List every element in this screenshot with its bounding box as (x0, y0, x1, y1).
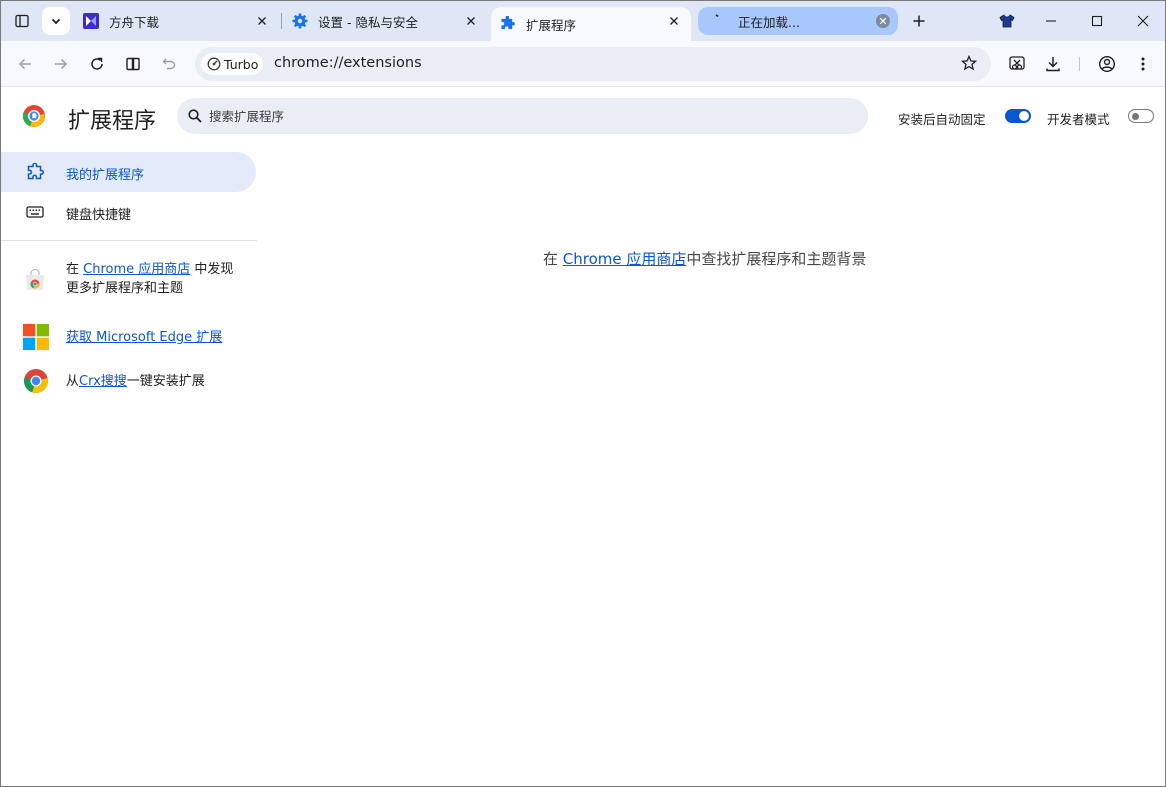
gear-icon (292, 13, 308, 29)
minimize-icon[interactable] (1028, 1, 1074, 41)
new-tab-plus-icon[interactable] (905, 7, 933, 35)
tshirt-skin-icon[interactable] (993, 7, 1021, 35)
profile-avatar-icon[interactable] (1093, 50, 1121, 78)
fangzhou-icon (83, 13, 99, 29)
toggle-knob (1132, 112, 1139, 120)
bookmark-star-icon[interactable] (960, 54, 978, 75)
edge-addons-text: 获取 Microsoft Edge 扩展 (66, 328, 236, 347)
search-input[interactable] (209, 98, 849, 134)
close-tab-icon[interactable] (464, 14, 478, 28)
tab-loading[interactable]: 正在加载... (698, 1, 898, 41)
microsoft-logo-icon (23, 324, 49, 356)
sidebar: 我的扩展程序 键盘快捷键 在 Chrome 应用商店 中发现更多扩展程序和主题 … (1, 144, 257, 784)
toggle-knob (1019, 111, 1029, 121)
empty-state-message: 在 Chrome 应用商店中查找扩展程序和主题背景 (543, 248, 866, 269)
extensions-search-box[interactable] (177, 98, 868, 134)
chrome-web-store-icon (23, 268, 47, 299)
tab-title: 设置 - 隐私与安全 (318, 14, 418, 30)
chrome-logo-icon (23, 368, 49, 400)
extensions-logo-icon (22, 104, 46, 128)
empty-state-store-link[interactable]: Chrome 应用商店 (563, 250, 687, 268)
edge-addons-link[interactable]: 获取 Microsoft Edge 扩展 (66, 330, 222, 345)
loading-icon (712, 13, 728, 29)
tab-title: 方舟下载 (109, 14, 160, 30)
address-bar[interactable]: Turbo chrome://extensions (195, 47, 991, 81)
crx-prefix: 从 (66, 374, 80, 389)
maximize-icon[interactable] (1074, 1, 1120, 41)
turbo-label: Turbo (224, 56, 259, 72)
undo-icon[interactable] (155, 50, 183, 78)
turbo-mode-chip[interactable]: Turbo (201, 53, 263, 75)
sidebar-item-label: 键盘快捷键 (66, 208, 132, 223)
toolbar-divider (1079, 57, 1080, 71)
dev-mode-toggle[interactable] (1128, 109, 1154, 123)
close-window-icon[interactable] (1120, 1, 1165, 41)
sidebar-item-keyboard-shortcuts[interactable]: 键盘快捷键 (1, 192, 256, 232)
puzzle-outline-icon (25, 163, 45, 181)
page-title: 扩展程序 (68, 109, 157, 134)
forward-arrow-icon[interactable] (47, 50, 75, 78)
tab-extensions[interactable]: 扩展程序 (491, 7, 691, 41)
tab-title: 扩展程序 (526, 17, 577, 33)
close-tab-icon[interactable] (255, 14, 269, 28)
chrome-store-promo: 在 Chrome 应用商店 中发现更多扩展程序和主题 (1, 260, 257, 300)
crx-soso-link[interactable]: Crx搜搜 (79, 374, 127, 389)
browser-window: 方舟下载 设置 - 隐私与安全 扩展程序 正在加载... Turbo chrom… (0, 0, 1166, 787)
sidebar-item-label: 我的扩展程序 (66, 168, 145, 183)
sidebar-item-my-extensions[interactable]: 我的扩展程序 (1, 152, 256, 192)
close-tab-icon[interactable] (667, 14, 681, 28)
turbo-speedometer-icon (207, 57, 221, 71)
tab-search-chevron-icon[interactable] (42, 7, 70, 35)
tab-title: 正在加载... (738, 14, 800, 30)
sidebar-divider (1, 240, 257, 241)
auto-pin-toggle[interactable] (1005, 109, 1031, 123)
dev-mode-label: 开发者模式 (1047, 112, 1110, 127)
auto-pin-label: 安装后自动固定 (898, 112, 986, 127)
scissors-screenshot-icon[interactable] (1003, 50, 1031, 78)
close-tab-icon[interactable] (876, 14, 890, 28)
edge-addons-row: 获取 Microsoft Edge 扩展 (1, 324, 257, 354)
toolbar: Turbo chrome://extensions (1, 41, 1165, 87)
empty-state-prefix: 在 (543, 250, 563, 268)
split-screen-icon[interactable] (119, 50, 147, 78)
back-arrow-icon[interactable] (11, 50, 39, 78)
extensions-header: 扩展程序 安装后自动固定 开发者模式 (1, 88, 1165, 144)
crx-suffix: 一键安装扩展 (126, 374, 205, 389)
crx-install-row: 从Crx搜搜一键安装扩展 (1, 369, 257, 398)
puzzle-icon (500, 16, 516, 32)
chrome-web-store-link[interactable]: Chrome 应用商店 (83, 262, 190, 277)
crx-install-text: 从Crx搜搜一键安装扩展 (66, 372, 236, 391)
store-promo-text: 在 Chrome 应用商店 中发现更多扩展程序和主题 (66, 260, 236, 298)
reload-icon[interactable] (83, 50, 111, 78)
url-text[interactable]: chrome://extensions (274, 55, 422, 71)
download-icon[interactable] (1039, 50, 1067, 78)
sidebar-toggle-icon[interactable] (8, 7, 36, 35)
tab-strip: 方舟下载 设置 - 隐私与安全 扩展程序 正在加载... (1, 1, 1165, 41)
search-icon (188, 109, 202, 123)
more-menu-icon[interactable] (1129, 50, 1157, 78)
tab-settings[interactable]: 设置 - 隐私与安全 (282, 1, 488, 41)
keyboard-icon (25, 203, 45, 221)
store-promo-prefix: 在 (66, 262, 84, 277)
empty-state-suffix: 中查找扩展程序和主题背景 (686, 250, 867, 268)
tab-fangzhou[interactable]: 方舟下载 (73, 1, 279, 41)
